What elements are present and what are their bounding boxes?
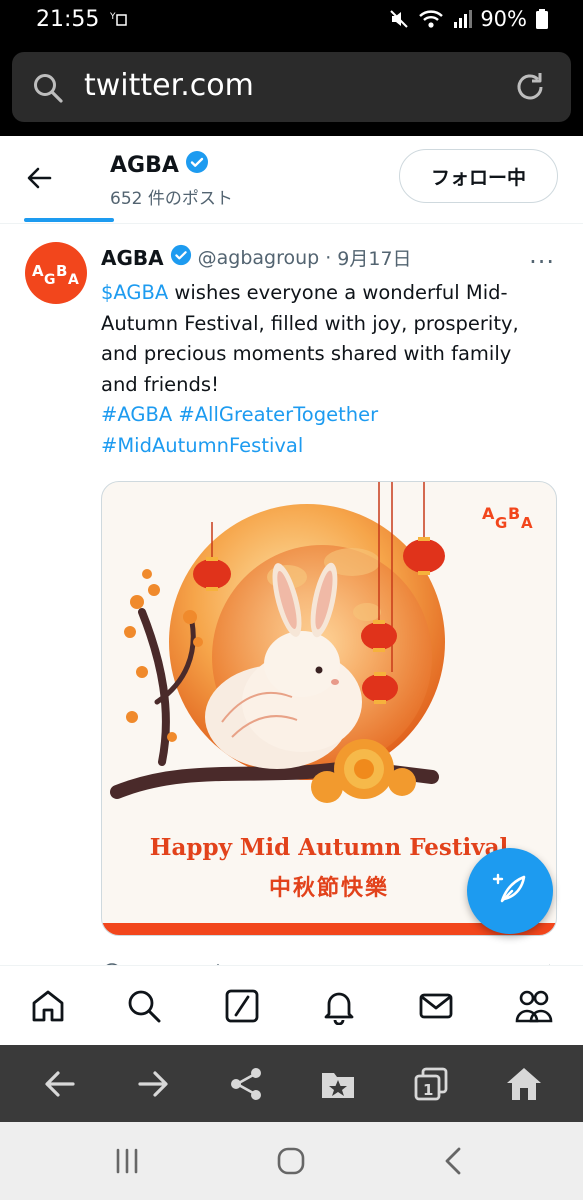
battery-icon <box>535 8 549 30</box>
tweet-author-row: AGBA @agbagroup · 9月17日 <box>101 244 412 271</box>
address-bar[interactable]: twitter.com <box>12 52 571 122</box>
separator-dot: · <box>325 246 332 269</box>
svg-text:B: B <box>56 262 67 280</box>
signal-icon <box>452 9 473 29</box>
scroll-indicator <box>24 218 114 222</box>
svg-text:A: A <box>521 514 533 532</box>
verified-badge-icon <box>185 150 209 180</box>
search-icon <box>32 72 64 108</box>
avatar[interactable]: AGBA <box>25 242 87 304</box>
browser-address-area: twitter.com <box>0 40 583 136</box>
following-button[interactable]: フォロー中 <box>399 149 558 203</box>
recent-apps-icon[interactable] <box>107 1144 147 1178</box>
home-icon[interactable] <box>28 986 68 1026</box>
sim-status-icon: Y <box>109 9 128 31</box>
tweet-text: $AGBA wishes everyone a wonderful Mid-Au… <box>101 278 551 461</box>
browser-toolbar: 1 <box>0 1045 583 1122</box>
explore-search-icon[interactable] <box>124 986 164 1026</box>
profile-name-row: AGBA <box>110 150 209 180</box>
status-icons: 90% <box>388 7 549 31</box>
hashtag-link[interactable]: #MidAutumnFestival <box>101 434 303 457</box>
tweet-author-name[interactable]: AGBA <box>101 246 164 270</box>
svg-text:Y: Y <box>110 12 116 22</box>
mute-icon <box>388 8 410 30</box>
status-bar: 21:55 Y 90% <box>0 0 583 40</box>
browser-home-icon[interactable] <box>504 1064 544 1104</box>
cashtag-link[interactable]: $AGBA <box>101 281 168 304</box>
tweet-handle[interactable]: @agbagroup <box>198 247 320 269</box>
svg-text:1: 1 <box>423 1081 433 1099</box>
grok-icon[interactable] <box>222 986 262 1026</box>
battery-percent: 90% <box>480 7 527 31</box>
system-home-icon[interactable] <box>271 1144 311 1178</box>
svg-text:B: B <box>508 504 520 523</box>
compose-post-button[interactable] <box>467 848 553 934</box>
profile-name: AGBA <box>110 152 179 178</box>
url-text[interactable]: twitter.com <box>84 68 254 103</box>
bottom-navigation <box>0 965 583 1045</box>
tabs-icon[interactable]: 1 <box>411 1064 451 1104</box>
system-back-icon[interactable] <box>434 1144 474 1178</box>
profile-header: AGBA 652 件のポスト フォロー中 <box>0 136 583 224</box>
hashtag-link[interactable]: #AllGreaterTogether <box>178 403 378 426</box>
system-navigation-bar <box>0 1122 583 1200</box>
svg-text:A: A <box>68 272 79 288</box>
browser-back-icon[interactable] <box>40 1064 80 1104</box>
svg-text:G: G <box>495 514 507 532</box>
agba-media-logo: AGBA <box>482 502 536 536</box>
notifications-bell-icon[interactable] <box>319 986 359 1026</box>
compose-feather-icon <box>490 869 530 913</box>
svg-text:G: G <box>44 272 56 288</box>
more-options-icon[interactable]: ··· <box>529 248 555 276</box>
tweet-date[interactable]: 9月17日 <box>337 244 411 271</box>
post-count: 652 件のポスト <box>110 189 233 209</box>
svg-text:A: A <box>482 504 495 523</box>
browser-forward-icon[interactable] <box>133 1064 173 1104</box>
communities-icon[interactable] <box>514 986 554 1026</box>
svg-text:A: A <box>32 262 44 280</box>
verified-badge-icon <box>170 244 192 271</box>
bookmarks-icon[interactable] <box>318 1064 358 1104</box>
wifi-icon <box>418 8 444 30</box>
hashtag-link[interactable]: #AGBA <box>101 403 172 426</box>
status-time: 21:55 <box>36 7 100 32</box>
reload-icon[interactable] <box>513 70 547 108</box>
back-arrow-icon[interactable] <box>22 160 58 196</box>
messages-envelope-icon[interactable] <box>416 986 456 1026</box>
share-icon[interactable] <box>226 1064 266 1104</box>
